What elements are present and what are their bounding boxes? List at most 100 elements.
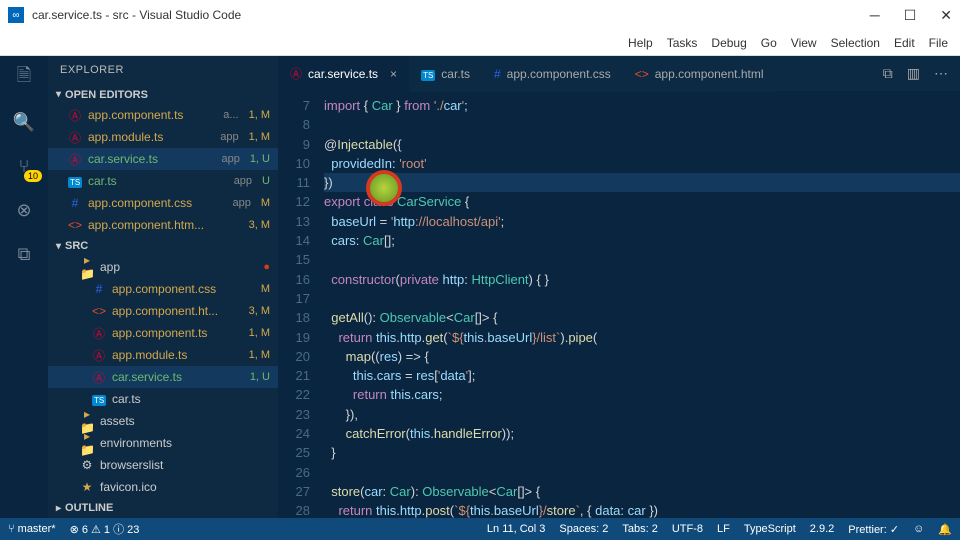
status-problems[interactable]: ⊗ 6 ⚠ 1 ⓘ 23: [70, 521, 140, 537]
file-status: 1, U: [246, 371, 270, 383]
eol[interactable]: LF: [717, 523, 730, 535]
open-editor-item[interactable]: TScar.ts appU: [48, 170, 278, 192]
close-button[interactable]: ✕: [940, 7, 952, 24]
editor-tab[interactable]: # app.component.css: [482, 56, 623, 92]
indent-tabs[interactable]: Tabs: 2: [622, 523, 657, 535]
cursor-position[interactable]: Ln 11, Col 3: [487, 523, 546, 535]
open-editor-item[interactable]: Ⓐapp.module.ts app1, M: [48, 126, 278, 148]
file-name: car.ts: [88, 174, 228, 188]
editor-tab[interactable]: TScar.ts: [409, 56, 482, 92]
item-name: browserslist: [100, 458, 270, 472]
file-item[interactable]: ★favicon.ico: [48, 476, 278, 498]
smile-icon[interactable]: ☺: [913, 523, 924, 535]
source-control-icon[interactable]: ⑂: [12, 154, 36, 178]
file-icon: TS: [68, 174, 82, 188]
file-item[interactable]: <>app.component.ht...3, M: [48, 300, 278, 322]
menu-go[interactable]: Go: [761, 36, 777, 50]
indent-spaces[interactable]: Spaces: 2: [559, 523, 608, 535]
compare-icon[interactable]: ⧉: [883, 65, 893, 82]
menu-help[interactable]: Help: [628, 36, 653, 50]
folder-icon: ▸ 📁: [80, 253, 94, 281]
more-icon[interactable]: ⋯: [934, 65, 948, 82]
git-branch[interactable]: ⑂ master*: [8, 523, 56, 535]
menu-debug[interactable]: Debug: [711, 36, 746, 50]
file-icon: #: [92, 282, 106, 296]
code-area[interactable]: 7891011121314151617181920212223242526272…: [278, 92, 960, 518]
file-icon: ⚙: [80, 458, 94, 472]
explorer-header: EXPLORER: [48, 56, 278, 85]
split-icon[interactable]: ▥: [907, 65, 920, 82]
chevron-down-icon: ▾: [56, 89, 61, 100]
file-icon: Ⓐ: [92, 347, 106, 364]
editor-tab[interactable]: Ⓐcar.service.ts×: [278, 56, 409, 92]
src-tree: ▸ 📁app● # app.component.css M <> app.componen…: [48, 256, 278, 498]
menu-view[interactable]: View: [791, 36, 817, 50]
open-editor-item[interactable]: <>app.component.htm... 3, M: [48, 214, 278, 236]
activity-bar: 🗎 🔍 ⑂ ⊗ ⧉: [0, 56, 48, 518]
file-item[interactable]: ⚙ browserslist: [48, 454, 278, 476]
menu-tasks[interactable]: Tasks: [667, 36, 698, 50]
folder-item[interactable]: ▸ 📁app●: [48, 256, 278, 278]
file-item[interactable]: Ⓐapp.module.ts1, M: [48, 344, 278, 366]
file-status: 1, M: [245, 327, 270, 339]
close-icon[interactable]: ×: [390, 67, 397, 81]
file-path: app: [234, 175, 252, 187]
folder-item[interactable]: ▸ 📁 environments: [48, 432, 278, 454]
search-icon[interactable]: 🔍: [12, 110, 36, 134]
code-content[interactable]: import { Car } from './car'; @Injectable…: [324, 92, 960, 518]
debug-icon[interactable]: ⊗: [12, 198, 36, 222]
menu-edit[interactable]: Edit: [894, 36, 915, 50]
item-name: car.service.ts: [112, 370, 240, 384]
open-editor-item[interactable]: Ⓐcar.service.ts app1, U: [48, 148, 278, 170]
chevron-right-icon: ▸: [56, 503, 61, 514]
file-icon: Ⓐ: [290, 65, 302, 82]
file-status: 1, M: [245, 109, 270, 121]
extensions-icon[interactable]: ⧉: [12, 242, 36, 266]
file-icon: <>: [68, 218, 82, 232]
window-title: car.service.ts - src - Visual Studio Cod…: [32, 8, 241, 22]
outline-section[interactable]: ▸OUTLINE: [48, 498, 278, 518]
vscode-icon: ∞: [8, 7, 24, 23]
file-path: app: [221, 153, 239, 165]
file-icon: ★: [80, 480, 94, 494]
file-path: app: [232, 197, 250, 209]
tab-label: app.component.css: [507, 67, 611, 81]
explorer-icon[interactable]: 🗎: [12, 66, 36, 90]
encoding[interactable]: UTF-8: [672, 523, 703, 535]
item-name: environments: [100, 436, 270, 450]
menu-selection[interactable]: Selection: [831, 36, 880, 50]
menu-file[interactable]: File: [929, 36, 948, 50]
language-mode[interactable]: TypeScript: [744, 523, 796, 535]
line-gutter: 7891011121314151617181920212223242526272…: [278, 92, 324, 518]
sidebar: EXPLORER ▾OPEN EDITORS Ⓐapp.component.ts…: [48, 56, 278, 518]
file-item[interactable]: Ⓐapp.component.ts1, M: [48, 322, 278, 344]
item-name: app.module.ts: [112, 348, 239, 362]
open-editors-section[interactable]: ▾OPEN EDITORS: [48, 85, 278, 105]
item-name: car.ts: [112, 392, 270, 406]
folder-icon: ▸ 📁: [80, 429, 94, 457]
ts-version[interactable]: 2.9.2: [810, 523, 834, 535]
file-item[interactable]: Ⓐcar.service.ts1, U: [48, 366, 278, 388]
file-path: a...: [223, 109, 238, 121]
file-name: app.component.htm...: [88, 218, 233, 232]
maximize-button[interactable]: ☐: [904, 7, 917, 24]
minimize-button[interactable]: ─: [870, 7, 880, 24]
file-icon: TS: [92, 392, 106, 406]
editor-tab[interactable]: <>app.component.html: [623, 56, 776, 92]
file-status: M: [257, 197, 270, 209]
window-controls: ─ ☐ ✕: [870, 7, 952, 24]
bell-icon[interactable]: 🔔: [938, 523, 952, 536]
item-name: assets: [100, 414, 270, 428]
file-icon: #: [494, 67, 501, 81]
open-editor-item[interactable]: #app.component.css appM: [48, 192, 278, 214]
item-name: app.component.ht...: [112, 304, 239, 318]
open-editor-item[interactable]: Ⓐapp.component.ts a...1, M: [48, 104, 278, 126]
file-item[interactable]: # app.component.css M: [48, 278, 278, 300]
file-name: app.component.css: [88, 196, 226, 210]
file-icon: <>: [92, 304, 106, 318]
prettier-status[interactable]: Prettier: ✓: [848, 523, 899, 536]
file-status: M: [257, 283, 270, 295]
tab-label: app.component.html: [655, 67, 764, 81]
open-editors-list: Ⓐapp.component.ts a...1, MⒶapp.module.ts…: [48, 104, 278, 236]
item-name: app.component.css: [112, 282, 251, 296]
